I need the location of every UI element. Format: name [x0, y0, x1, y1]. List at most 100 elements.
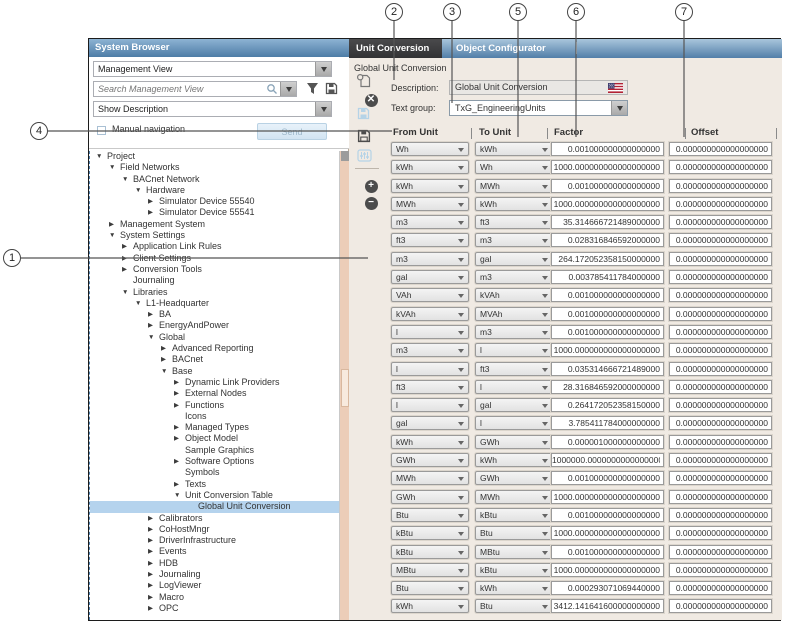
- chevron-down-icon[interactable]: [458, 276, 464, 280]
- chevron-open-icon[interactable]: ▼: [135, 298, 146, 309]
- chevron-down-icon[interactable]: [542, 313, 548, 317]
- chevron-open-icon[interactable]: ▼: [161, 366, 172, 377]
- offset-input[interactable]: [669, 252, 772, 266]
- tree-item[interactable]: ▶Software Options: [90, 456, 339, 467]
- chevron-down-icon[interactable]: [458, 386, 464, 390]
- offset-input[interactable]: [669, 233, 772, 247]
- chevron-down-icon[interactable]: [542, 203, 548, 207]
- from-unit-select[interactable]: VAh: [391, 288, 469, 302]
- chevron-down-icon[interactable]: [458, 514, 464, 518]
- chevron-closed-icon[interactable]: ▶: [148, 569, 159, 580]
- chevron-down-icon[interactable]: [315, 102, 331, 116]
- chevron-down-icon[interactable]: [458, 441, 464, 445]
- factor-input[interactable]: [551, 471, 664, 485]
- tree-item[interactable]: ▼Project: [90, 151, 339, 162]
- tree-item[interactable]: ▼Unit Conversion Table: [90, 490, 339, 501]
- offset-input[interactable]: [669, 526, 772, 540]
- factor-input[interactable]: [551, 233, 664, 247]
- factor-input[interactable]: [551, 398, 664, 412]
- chevron-down-icon[interactable]: [458, 203, 464, 207]
- chevron-closed-icon[interactable]: ▶: [122, 241, 133, 252]
- factor-input[interactable]: [551, 142, 664, 156]
- offset-input[interactable]: [669, 599, 772, 613]
- chevron-open-icon[interactable]: ▼: [148, 332, 159, 343]
- tree-item[interactable]: ▶Object Model: [90, 433, 339, 444]
- chevron-closed-icon[interactable]: ▶: [148, 580, 159, 591]
- chevron-closed-icon[interactable]: ▶: [174, 422, 185, 433]
- from-unit-select[interactable]: MWh: [391, 197, 469, 211]
- chevron-down-icon[interactable]: [542, 404, 548, 408]
- factor-input[interactable]: [551, 435, 664, 449]
- chevron-closed-icon[interactable]: ▶: [122, 253, 133, 264]
- offset-input[interactable]: [669, 270, 772, 284]
- chevron-down-icon[interactable]: [458, 404, 464, 408]
- chevron-closed-icon[interactable]: ▶: [174, 479, 185, 490]
- chevron-down-icon[interactable]: [458, 532, 464, 536]
- from-unit-select[interactable]: kBtu: [391, 526, 469, 540]
- offset-input[interactable]: [669, 453, 772, 467]
- to-unit-select[interactable]: gal: [475, 398, 553, 412]
- factor-input[interactable]: [551, 288, 664, 302]
- factor-input[interactable]: [551, 545, 664, 559]
- factor-input[interactable]: [551, 270, 664, 284]
- factor-input[interactable]: [551, 380, 664, 394]
- chevron-down-icon[interactable]: [458, 368, 464, 372]
- tree-item[interactable]: ▶External Nodes: [90, 388, 339, 399]
- chevron-closed-icon[interactable]: ▶: [161, 343, 172, 354]
- factor-input[interactable]: [551, 508, 664, 522]
- to-unit-select[interactable]: kWh: [475, 142, 553, 156]
- chevron-closed-icon[interactable]: ▶: [174, 377, 185, 388]
- view-select[interactable]: Management View: [93, 61, 332, 77]
- chevron-closed-icon[interactable]: ▶: [148, 320, 159, 331]
- search-dropdown-icon[interactable]: [280, 82, 296, 96]
- offset-input[interactable]: [669, 508, 772, 522]
- chevron-open-icon[interactable]: ▼: [96, 151, 107, 162]
- chevron-down-icon[interactable]: [542, 239, 548, 243]
- save-filter-icon[interactable]: [325, 82, 338, 95]
- chevron-down-icon[interactable]: [542, 496, 548, 500]
- to-unit-select[interactable]: ft3: [475, 215, 553, 229]
- offset-input[interactable]: [669, 179, 772, 193]
- from-unit-select[interactable]: kWh: [391, 179, 469, 193]
- chevron-open-icon[interactable]: ▼: [109, 162, 120, 173]
- tree-item[interactable]: ▶EnergyAndPower: [90, 320, 339, 331]
- chevron-down-icon[interactable]: [458, 221, 464, 225]
- chevron-down-icon[interactable]: [458, 422, 464, 426]
- to-unit-select[interactable]: MVAh: [475, 307, 553, 321]
- offset-input[interactable]: [669, 380, 772, 394]
- chevron-down-icon[interactable]: [542, 276, 548, 280]
- tree-item[interactable]: ▶Macro: [90, 592, 339, 603]
- chevron-closed-icon[interactable]: ▶: [148, 592, 159, 603]
- tab-object-configurator[interactable]: Object Configurator: [456, 39, 546, 58]
- chevron-down-icon[interactable]: [458, 331, 464, 335]
- tree-item[interactable]: ▶Simulator Device 55541: [90, 207, 339, 218]
- chevron-down-icon[interactable]: [458, 569, 464, 573]
- offset-input[interactable]: [669, 563, 772, 577]
- tab-unit-conversion[interactable]: Unit Conversion: [349, 39, 442, 58]
- tree-item[interactable]: ▶Conversion Tools: [90, 264, 339, 275]
- factor-input[interactable]: [551, 526, 664, 540]
- to-unit-select[interactable]: kVAh: [475, 288, 553, 302]
- factor-input[interactable]: [551, 160, 664, 174]
- offset-input[interactable]: [669, 325, 772, 339]
- chevron-down-icon[interactable]: [542, 551, 548, 555]
- from-unit-select[interactable]: MWh: [391, 471, 469, 485]
- chevron-closed-icon[interactable]: ▶: [148, 196, 159, 207]
- chevron-down-icon[interactable]: [542, 368, 548, 372]
- chevron-open-icon[interactable]: ▼: [109, 230, 120, 241]
- to-unit-select[interactable]: gal: [475, 252, 553, 266]
- chevron-open-icon[interactable]: ▼: [174, 490, 185, 501]
- to-unit-select[interactable]: GWh: [475, 471, 553, 485]
- delete-icon[interactable]: ✕: [357, 89, 385, 107]
- chevron-down-icon[interactable]: [458, 185, 464, 189]
- chevron-down-icon[interactable]: [542, 294, 548, 298]
- to-unit-select[interactable]: MWh: [475, 179, 553, 193]
- tree-item[interactable]: ▶Dynamic Link Providers: [90, 377, 339, 388]
- from-unit-select[interactable]: MBtu: [391, 563, 469, 577]
- offset-input[interactable]: [669, 545, 772, 559]
- tree-item[interactable]: ▶BACnet: [90, 354, 339, 365]
- chevron-closed-icon[interactable]: ▶: [161, 354, 172, 365]
- chevron-open-icon[interactable]: ▼: [135, 185, 146, 196]
- scroll-up-button[interactable]: [341, 151, 349, 161]
- tree-item[interactable]: ▶HDB: [90, 558, 339, 569]
